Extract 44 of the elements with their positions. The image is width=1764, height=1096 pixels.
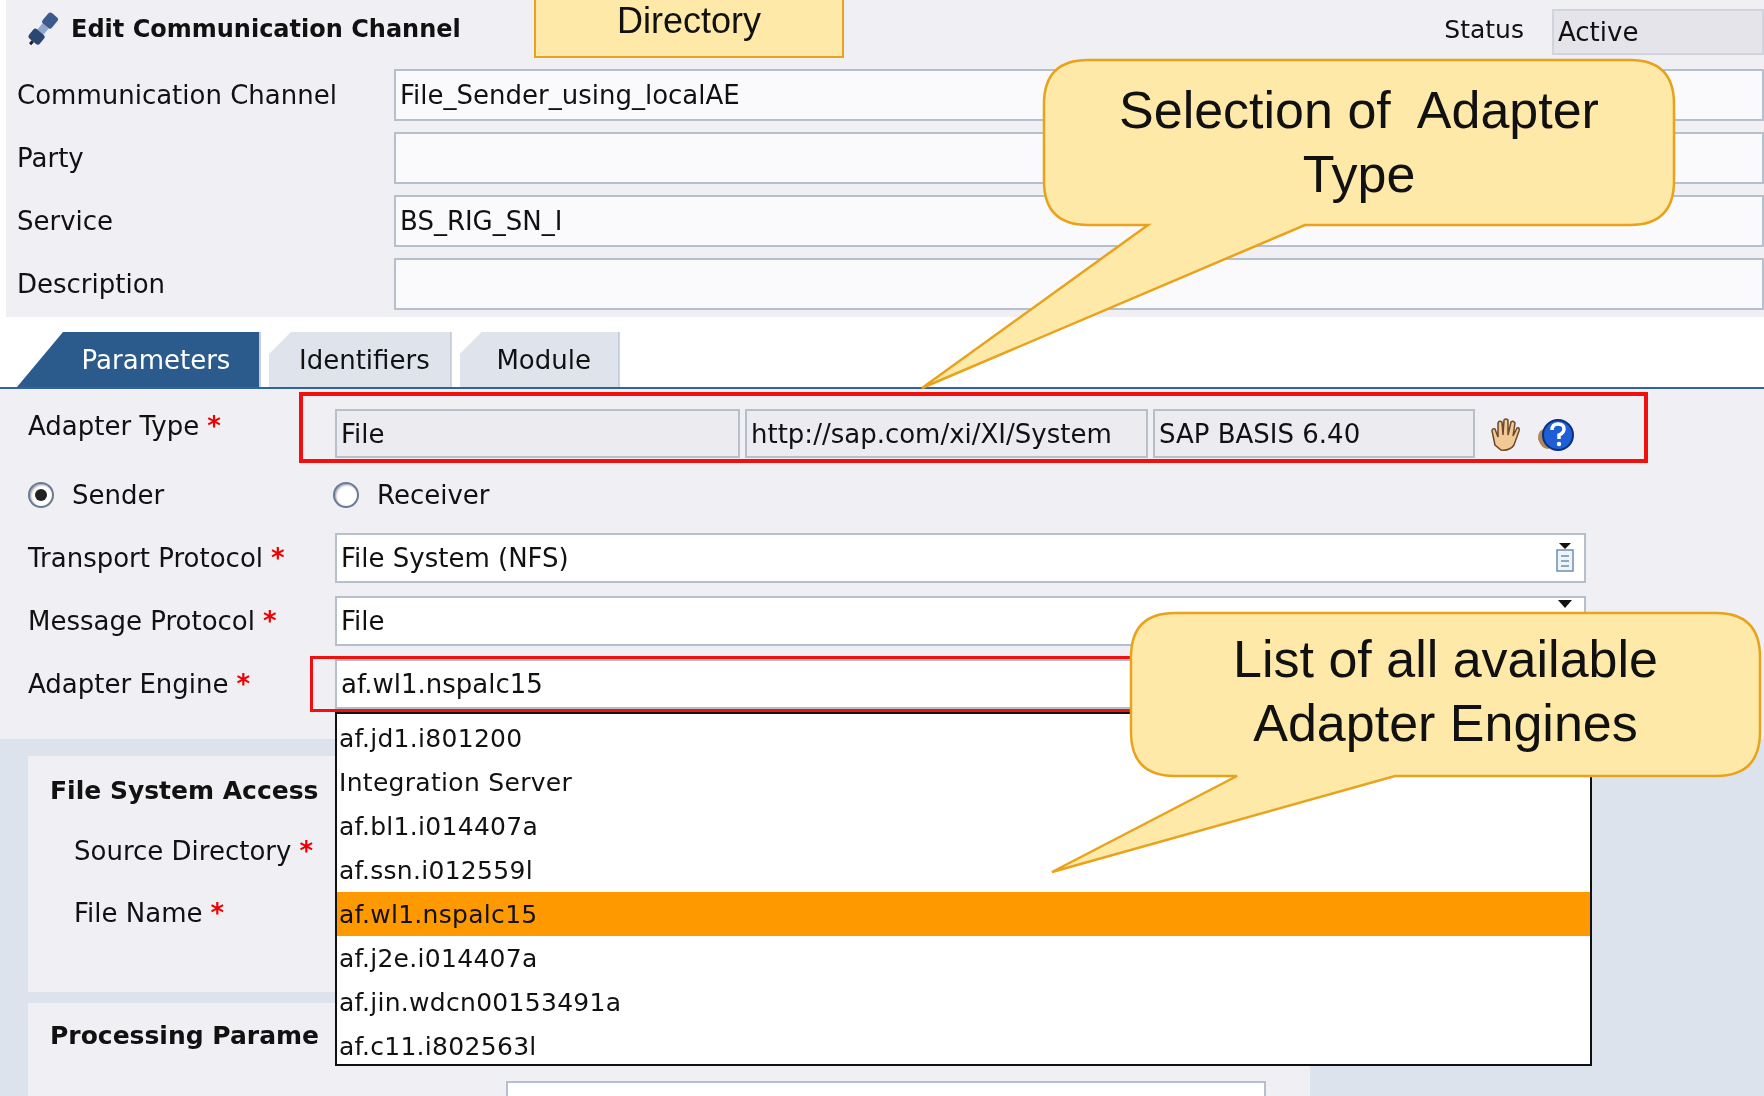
field-value: File [341,605,385,636]
field-label: Service [17,206,114,236]
dropdown-option[interactable]: af.bl1.i014407a [337,804,1590,848]
tab[interactable]: Parameters [17,332,261,387]
field-label: Party [17,143,84,173]
field-label: Adapter Engine [28,668,229,699]
field-label: Communication Channel [17,80,337,110]
section-title: Processing Parame [50,1021,320,1052]
required-marker: * [271,542,285,573]
dropdown-option[interactable]: af.c11.i802563l [337,1024,1590,1068]
text-field[interactable]: File System (NFS) [335,532,1586,583]
dropdown-option[interactable]: af.j2e.i014407a [337,936,1590,980]
radio-label: Receiver [377,479,490,510]
field-label: Message Protocol [28,605,255,636]
status-label: Status [1444,14,1524,44]
tab[interactable]: Identifiers [269,332,452,387]
required-marker: * [207,411,221,441]
field-label: Source Directory [74,836,292,866]
dropdown-option[interactable]: af.wl1.nspalc15 [337,892,1590,936]
readonly-field[interactable]: File [335,409,740,458]
field-value: af.wl1.nspalc15 [341,668,543,699]
dropdown-option[interactable]: Integration Server [337,760,1590,804]
readonly-field[interactable]: SAP BASIS 6.40 [1153,409,1475,458]
callout: Directory [534,0,844,58]
value-help-icon [1554,542,1576,573]
field-label: Description [17,269,166,299]
required-marker: * [210,898,225,928]
status-field[interactable]: Active [1552,9,1764,55]
required-marker: * [299,836,313,866]
window-title: Edit Communication Channel [71,15,461,43]
section-title: File System Access [50,776,319,807]
field-label: File Name [74,898,203,928]
field-label: Adapter Type [28,411,200,441]
radio-label: Sender [72,479,165,510]
field-value: File System (NFS) [341,542,569,573]
dropdown-option[interactable]: af.ssn.i012559l [337,848,1590,892]
dropdown-option[interactable]: af.jin.wdcn00153491a [337,980,1590,1024]
field-label: Transport Protocol [28,542,264,573]
tab[interactable]: Module [459,332,620,387]
required-marker: * [236,668,251,699]
radio-button[interactable] [333,481,359,508]
required-marker: * [263,605,277,636]
readonly-field[interactable]: http://sap.com/xi/XI/System [745,409,1148,458]
radio-button[interactable] [28,481,54,508]
